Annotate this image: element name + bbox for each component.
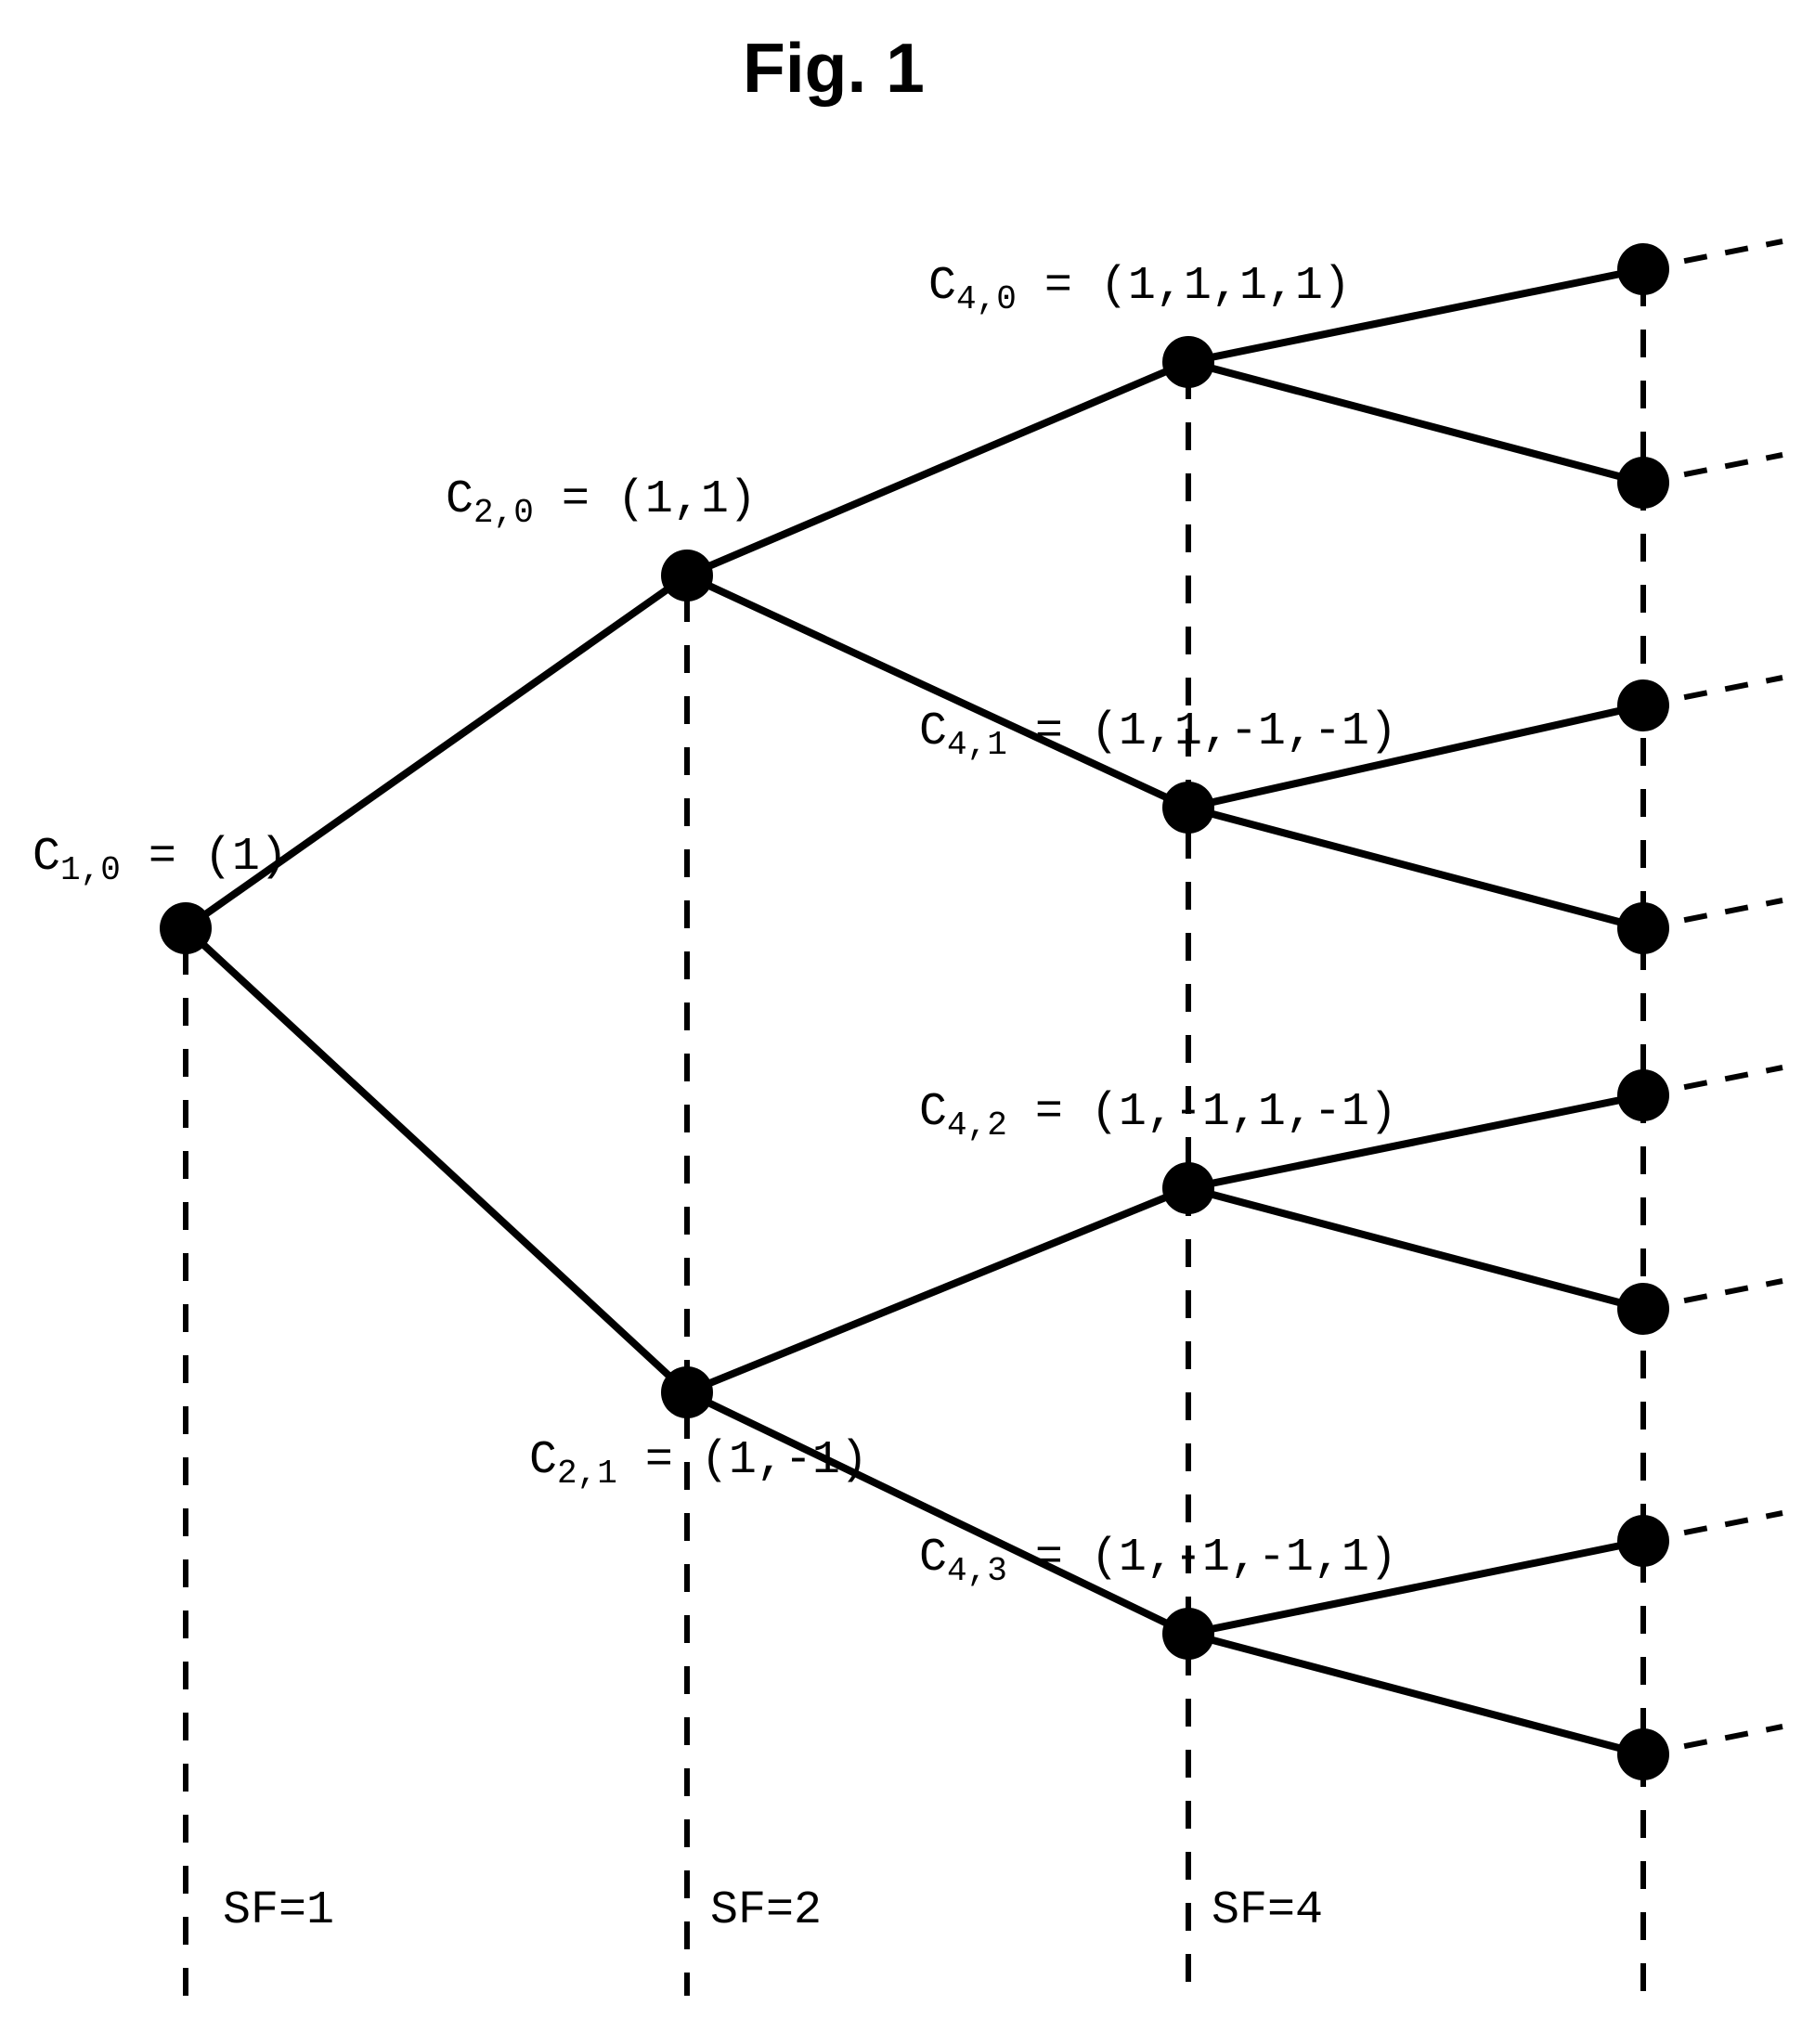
node-c10: C1,0 = (1) bbox=[32, 831, 288, 889]
label-prefix: C bbox=[446, 473, 473, 526]
label-sub: 2,1 bbox=[557, 1455, 617, 1493]
sf-label-4: SF=4 bbox=[1212, 1884, 1323, 1937]
tree-svg bbox=[0, 0, 1815, 2044]
node-c42: C4,2 = (1,-1,1,-1) bbox=[919, 1086, 1397, 1145]
label-value: = (1,1,1,1) bbox=[1017, 260, 1351, 313]
label-sub: 4,3 bbox=[947, 1552, 1007, 1590]
node-c41: C4,1 = (1,1,-1,-1) bbox=[919, 705, 1397, 764]
label-value: = (1,-1,1,-1) bbox=[1007, 1086, 1397, 1139]
node-c21: C2,1 = (1,-1) bbox=[529, 1434, 868, 1493]
label-value: = (1,-1) bbox=[617, 1434, 868, 1487]
label-prefix: C bbox=[928, 260, 956, 313]
label-prefix: C bbox=[529, 1434, 557, 1487]
node-c43: C4,3 = (1,-1,-1,1) bbox=[919, 1532, 1397, 1590]
label-prefix: C bbox=[919, 1532, 947, 1585]
diagram-container: Fig. 1 bbox=[0, 0, 1815, 2044]
node-c40: C4,0 = (1,1,1,1) bbox=[928, 260, 1351, 318]
sf-label-1: SF=1 bbox=[223, 1884, 334, 1937]
label-value: = (1,1) bbox=[534, 473, 757, 526]
label-prefix: C bbox=[919, 1086, 947, 1139]
node-c20: C2,0 = (1,1) bbox=[446, 473, 757, 532]
label-value: = (1) bbox=[121, 831, 288, 884]
sf-label-2: SF=2 bbox=[710, 1884, 822, 1937]
label-value: = (1,1,-1,-1) bbox=[1007, 705, 1397, 758]
label-prefix: C bbox=[32, 831, 60, 884]
label-sub: 2,0 bbox=[473, 494, 534, 532]
label-prefix: C bbox=[919, 705, 947, 758]
label-value: = (1,-1,-1,1) bbox=[1007, 1532, 1397, 1585]
label-sub: 1,0 bbox=[60, 851, 121, 889]
label-sub: 4,0 bbox=[956, 280, 1017, 318]
label-sub: 4,2 bbox=[947, 1106, 1007, 1145]
label-sub: 4,1 bbox=[947, 726, 1007, 764]
